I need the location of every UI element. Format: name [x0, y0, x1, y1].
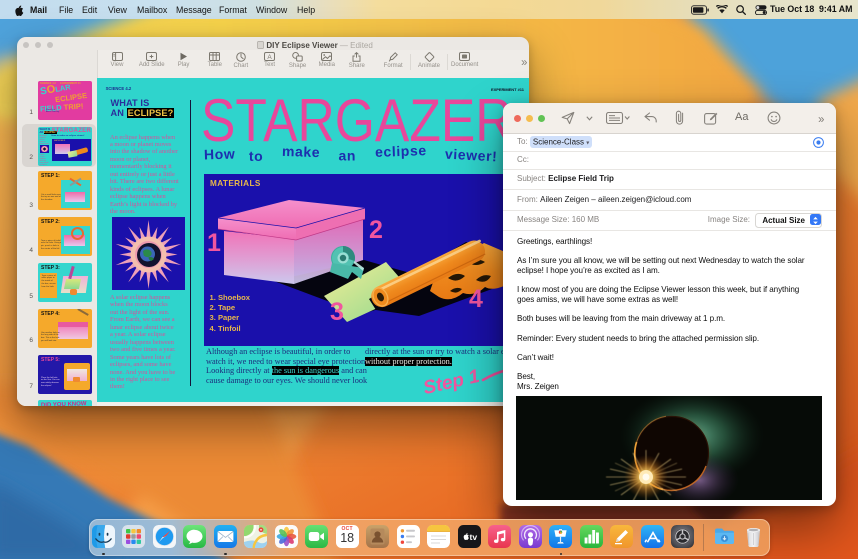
svg-text:A: A: [267, 54, 272, 61]
svg-text:tv: tv: [469, 531, 477, 541]
